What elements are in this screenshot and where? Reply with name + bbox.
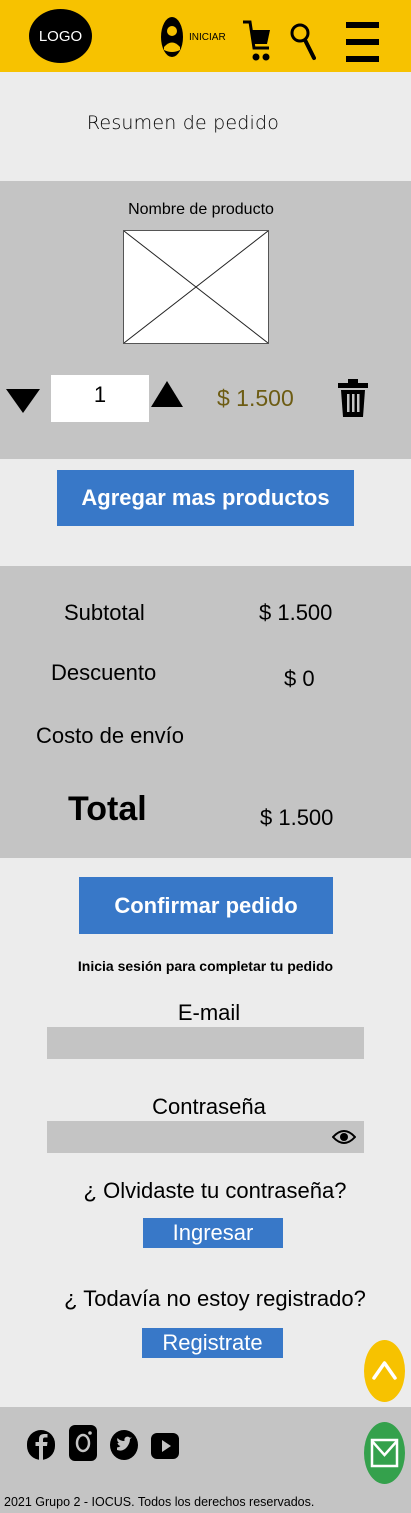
- login-button[interactable]: Ingresar: [143, 1218, 283, 1248]
- product-price: $ 1.500: [217, 385, 294, 411]
- product-image-placeholder: [123, 230, 269, 344]
- discount-label: Descuento: [51, 660, 157, 685]
- email-field[interactable]: [47, 1027, 364, 1059]
- total-label: Total: [68, 790, 147, 828]
- product-name: Nombre de producto: [128, 201, 274, 218]
- add-more-products-button[interactable]: Agregar mas productos: [57, 470, 354, 526]
- login-link[interactable]: INICIAR: [189, 32, 226, 43]
- total-value: $ 1.500: [260, 805, 334, 830]
- copyright-text: 2021 Grupo 2 - IOCUS. Todos los derechos…: [4, 1495, 315, 1509]
- trash-icon[interactable]: [338, 379, 368, 417]
- user-icon[interactable]: [160, 16, 184, 58]
- cart-icon[interactable]: [243, 18, 271, 64]
- register-button[interactable]: Registrate: [142, 1328, 283, 1358]
- contact-mail-button[interactable]: [364, 1422, 405, 1484]
- not-registered-text: ¿ Todavía no estoy registrado?: [64, 1286, 366, 1311]
- password-field[interactable]: [47, 1121, 364, 1153]
- subtotal-value: $ 1.500: [259, 600, 333, 625]
- confirm-order-button[interactable]: Confirmar pedido: [79, 877, 333, 934]
- page-title: Resumen de pedido: [86, 112, 280, 134]
- subtotal-label: Subtotal: [64, 600, 145, 625]
- email-label: E-mail: [177, 1000, 241, 1025]
- quantity-decrease-button[interactable]: [6, 389, 40, 413]
- order-summary: Subtotal $ 1.500 Descuento $ 0 Costo de …: [0, 566, 411, 858]
- scroll-top-button[interactable]: [364, 1340, 405, 1402]
- chevron-up-icon: [372, 1361, 397, 1380]
- menu-icon[interactable]: [346, 20, 379, 64]
- instagram-icon[interactable]: [69, 1425, 97, 1461]
- header: LOGO INICIAR: [0, 0, 411, 72]
- forgot-password-text[interactable]: ¿ Olvidaste tu contraseña?: [0, 1178, 411, 1204]
- shipping-cost-label: Costo de envío: [36, 723, 184, 748]
- password-label: Contraseña: [152, 1094, 266, 1119]
- mail-icon: [370, 1438, 399, 1468]
- footer: 2021 Grupo 2 - IOCUS. Todos los derechos…: [0, 1407, 411, 1513]
- quantity-input[interactable]: [51, 375, 149, 422]
- product-card: Nombre de producto $ 1.500: [0, 181, 411, 459]
- eye-icon[interactable]: [332, 1128, 356, 1146]
- login-hint: Inicia sesión para completar tu pedido: [77, 958, 334, 974]
- youtube-icon[interactable]: [151, 1433, 179, 1459]
- logo[interactable]: LOGO: [29, 9, 92, 63]
- quantity-increase-button[interactable]: [151, 381, 183, 407]
- discount-value: $ 0: [284, 666, 315, 691]
- facebook-icon[interactable]: [27, 1429, 55, 1461]
- search-icon[interactable]: [290, 20, 316, 62]
- twitter-icon[interactable]: [110, 1429, 138, 1461]
